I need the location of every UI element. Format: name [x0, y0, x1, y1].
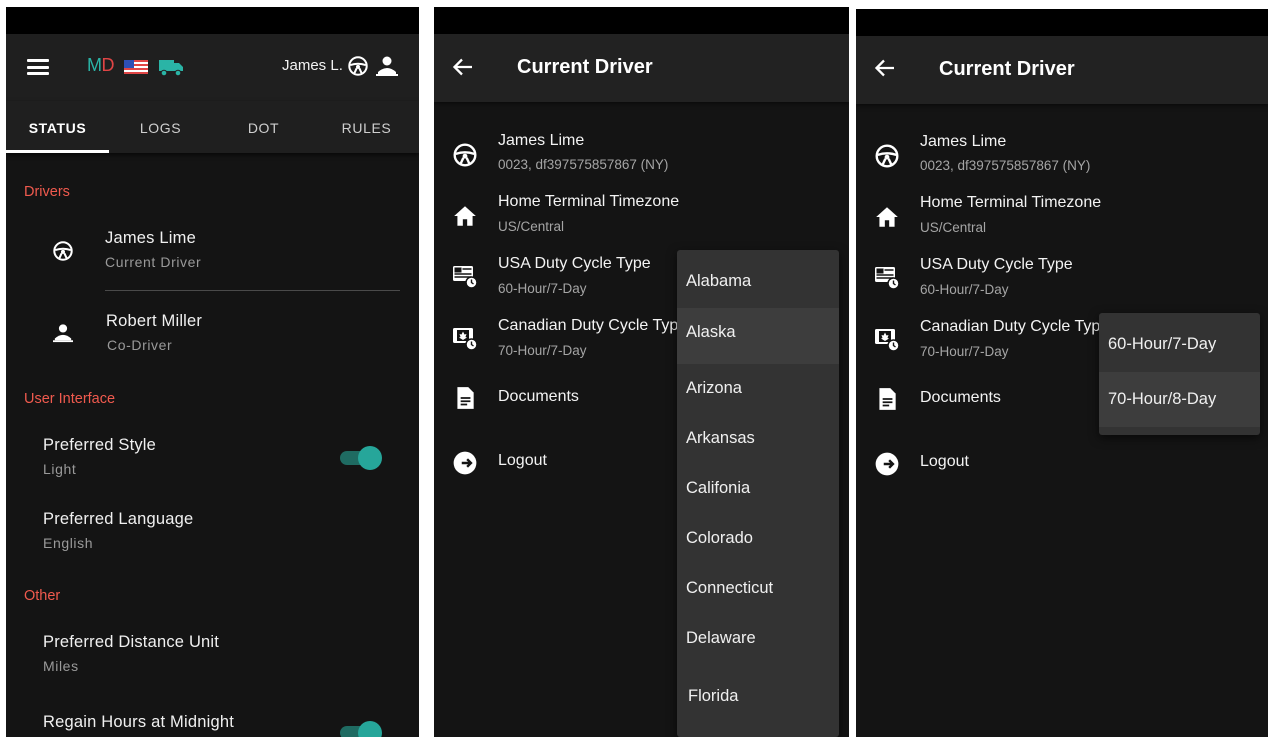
setting-value: Light [43, 461, 77, 477]
item-title: Home Terminal Timezone [920, 194, 1102, 211]
item-sub: 0023, df397575857867 (NY) [920, 158, 1091, 173]
item-title: Home Terminal Timezone [498, 193, 680, 210]
dropdown-option[interactable]: Arizona [677, 364, 839, 414]
driver-name: Robert Miller [106, 312, 203, 330]
usa-flag-icon [124, 60, 148, 74]
logo-d: D [101, 55, 115, 75]
steering-wheel-icon [52, 240, 74, 262]
dropdown-option-highlighted[interactable]: 70-Hour/8-Day [1099, 372, 1260, 427]
back-arrow-icon[interactable] [452, 57, 474, 77]
usa-flag-clock-icon [452, 263, 478, 289]
item-title: Logout [920, 453, 969, 470]
section-drivers: Drivers [24, 184, 70, 200]
toggle-thumb [358, 721, 382, 737]
setting-title: Regain Hours at Midnight [43, 713, 234, 731]
tab-status[interactable]: STATUS [6, 101, 109, 153]
states-dropdown: Alabama Alaska Arizona Arkansas Califoni… [677, 250, 839, 737]
driver-role: Current Driver [105, 254, 202, 270]
setting-title: Preferred Style [43, 436, 157, 454]
setting-value: Miles [43, 658, 79, 674]
dropdown-option[interactable]: Colorado [677, 514, 839, 564]
document-icon [452, 385, 478, 411]
item-title: Documents [498, 388, 579, 405]
section-other: Other [24, 588, 61, 604]
current-user-name[interactable]: James L. [282, 57, 343, 74]
dropdown-option[interactable]: Connecticut [677, 564, 839, 614]
driver-name: James Lime [105, 229, 196, 247]
steering-wheel-icon [874, 143, 900, 169]
divider [105, 290, 400, 291]
menu-icon[interactable] [27, 59, 49, 75]
steering-wheel-icon [452, 142, 478, 168]
status-bar [856, 9, 1268, 36]
item-sub: 70-Hour/7-Day [920, 344, 1009, 359]
item-title: Documents [920, 389, 1001, 406]
item-sub: 60-Hour/7-Day [920, 282, 1009, 297]
cycle-dropdown: 60-Hour/7-Day 70-Hour/8-Day [1099, 313, 1260, 435]
dropdown-option[interactable]: Alabama [677, 250, 839, 308]
logo-m: M [87, 55, 102, 75]
usa-flag-clock-icon [874, 264, 900, 290]
logout-icon [452, 450, 478, 476]
item-sub: 60-Hour/7-Day [498, 281, 587, 296]
dropdown-option[interactable]: Arkansas [677, 414, 839, 464]
item-title: Logout [498, 452, 547, 469]
back-arrow-icon[interactable] [874, 58, 896, 78]
current-driver-screen-cycle: Current Driver James Lime 0023, df397575… [856, 9, 1268, 737]
item-title: James Lime [920, 133, 1007, 150]
status-bar [434, 7, 849, 34]
item-sub: US/Central [498, 219, 565, 234]
status-screen: MD James L. STATUS LOGS DOT RULES Driver… [6, 7, 419, 737]
screen-title: Current Driver [939, 58, 1075, 80]
truck-icon [159, 60, 183, 77]
tab-indicator [6, 150, 109, 153]
app-logo: MD [87, 55, 114, 76]
home-icon [874, 204, 900, 230]
item-title: USA Duty Cycle Type [498, 255, 651, 272]
item-title: James Lime [498, 132, 585, 149]
item-title: Canadian Duty Cycle Type [920, 318, 1110, 335]
item-sub: US/Central [920, 220, 987, 235]
steering-wheel-icon[interactable] [347, 55, 369, 77]
toggle-thumb [358, 446, 382, 470]
canada-flag-clock-icon [874, 326, 900, 352]
tab-rules[interactable]: RULES [315, 101, 418, 153]
dropdown-option[interactable]: Delaware [677, 614, 839, 664]
status-bar [6, 7, 419, 34]
driver-role: Co-Driver [107, 337, 173, 353]
logout-icon [874, 451, 900, 477]
setting-title: Preferred Distance Unit [43, 633, 220, 651]
canada-flag-clock-icon [452, 325, 478, 351]
item-sub: 0023, df397575857867 (NY) [498, 157, 669, 172]
dropdown-option-highlighted[interactable]: Alaska [677, 308, 839, 364]
person-icon [52, 323, 74, 343]
setting-value: English [43, 535, 94, 551]
person-icon[interactable] [375, 55, 399, 77]
home-icon [452, 203, 478, 229]
dropdown-option[interactable]: Califonia [677, 464, 839, 514]
regain-hours-toggle[interactable] [340, 720, 382, 737]
dropdown-option[interactable]: Florida [677, 668, 839, 722]
tab-dot[interactable]: DOT [212, 101, 315, 153]
document-icon [874, 386, 900, 412]
tab-logs[interactable]: LOGS [109, 101, 212, 153]
item-title: Canadian Duty Cycle Type [498, 317, 688, 334]
setting-title: Preferred Language [43, 510, 194, 528]
style-toggle[interactable] [340, 445, 382, 471]
item-sub: 70-Hour/7-Day [498, 343, 587, 358]
tab-bar: STATUS LOGS DOT RULES [6, 101, 419, 153]
current-driver-screen-states: Current Driver James Lime 0023, df397575… [434, 7, 849, 737]
item-title: USA Duty Cycle Type [920, 256, 1073, 273]
section-user-interface: User Interface [24, 391, 116, 407]
dropdown-option[interactable]: 60-Hour/7-Day [1099, 313, 1260, 372]
screen-title: Current Driver [517, 56, 653, 78]
